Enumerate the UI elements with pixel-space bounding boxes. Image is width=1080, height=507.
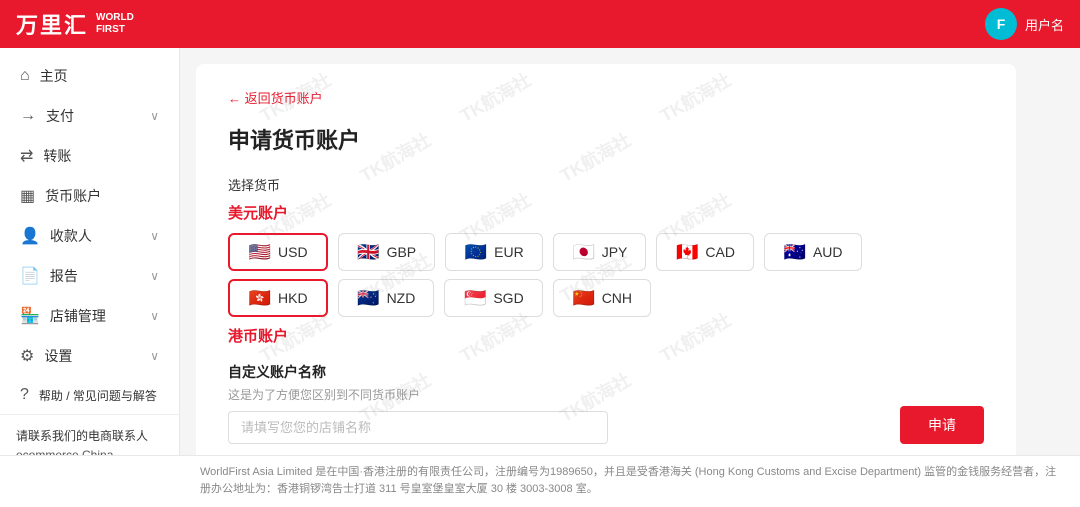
currency-code-cad: CAD	[705, 244, 735, 260]
select-currency-label: 选择货币	[228, 175, 984, 194]
custom-name-input[interactable]	[228, 411, 608, 444]
flag-gbp: 🇬🇧	[357, 243, 381, 261]
currency-icon: ▦	[20, 186, 35, 206]
main-content: TK航海社 TK航海社 TK航海社 TK航海社 TK航海社 TK航海社 TK航海…	[180, 48, 1080, 455]
currency-code-sgd: SGD	[493, 290, 523, 306]
sidebar-item-label: 主页	[40, 66, 68, 86]
section1-title: 美元账户	[228, 202, 984, 223]
store-icon: 🏪	[20, 306, 40, 326]
currency-code-nzd: NZD	[387, 290, 416, 306]
sidebar-item-transfer[interactable]: ⇄ 转账	[0, 136, 179, 176]
custom-name-hint: 这是为了方便您区别到不同货币账户	[228, 386, 984, 403]
logo: 万里汇 WORLD FIRST	[16, 8, 134, 40]
logo-en: WORLD FIRST	[96, 12, 134, 36]
contact-title: 请联系我们的电商联系人	[16, 427, 163, 444]
flag-cad: 🇨🇦	[675, 243, 699, 261]
currency-btn-nzd[interactable]: 🇳🇿 NZD	[338, 279, 435, 317]
sidebar-item-label: 收款人	[50, 226, 92, 246]
sidebar-item-help[interactable]: ? 帮助 / 常见问题与解答	[0, 376, 179, 414]
flag-eur: 🇪🇺	[464, 243, 488, 261]
header-right: F 用户名	[985, 8, 1064, 40]
footer: WorldFirst Asia Limited 是在中国·香港注册的有限责任公司…	[0, 455, 1080, 507]
currency-code-hkd: HKD	[278, 290, 308, 306]
currency-btn-usd[interactable]: 🇺🇸 USD	[228, 233, 328, 271]
report-icon: 📄	[20, 266, 40, 286]
sidebar-item-report[interactable]: 📄 报告 ∨	[0, 256, 179, 296]
sidebar-item-currency-account[interactable]: ▦ 货币账户	[0, 176, 179, 216]
currency-btn-eur[interactable]: 🇪🇺 EUR	[445, 233, 543, 271]
payment-icon: →	[20, 107, 36, 125]
sidebar-item-payment[interactable]: → 支付 ∨	[0, 96, 179, 136]
header: 万里汇 WORLD FIRST F 用户名	[0, 0, 1080, 48]
footer-text: WorldFirst Asia Limited 是在中国·香港注册的有限责任公司…	[200, 466, 1056, 496]
back-link[interactable]: ← 返回货币账户	[228, 88, 984, 107]
currency-btn-sgd[interactable]: 🇸🇬 SGD	[444, 279, 542, 317]
settings-icon: ⚙	[20, 346, 34, 366]
currency-btn-cad[interactable]: 🇨🇦 CAD	[656, 233, 754, 271]
currency-code-eur: EUR	[494, 244, 524, 260]
sidebar-item-label: 转账	[43, 146, 71, 166]
flag-usd: 🇺🇸	[248, 243, 272, 261]
sidebar-item-label: 报告	[50, 266, 78, 286]
sidebar-item-label: 支付	[46, 106, 74, 126]
contact-name: ecommerce China	[16, 448, 163, 455]
sidebar-item-label: 设置	[44, 346, 72, 366]
section2-title: 港币账户	[228, 325, 984, 346]
sidebar-item-home[interactable]: ⌂ 主页	[0, 56, 179, 96]
sidebar-item-label: 帮助 / 常见问题与解答	[39, 387, 157, 404]
payee-icon: 👤	[20, 226, 40, 246]
currency-grid-row1: 🇺🇸 USD 🇬🇧 GBP 🇪🇺 EUR 🇯🇵 JPY 🇨🇦	[228, 233, 984, 271]
currency-code-aud: AUD	[813, 244, 843, 260]
flag-hkd: 🇭🇰	[248, 289, 272, 307]
sidebar-item-label: 店铺管理	[50, 306, 106, 326]
submit-button[interactable]: 申请	[900, 406, 984, 444]
chevron-down-icon: ∨	[150, 269, 159, 283]
currency-btn-cnh[interactable]: 🇨🇳 CNH	[553, 279, 651, 317]
help-icon: ?	[20, 386, 29, 404]
custom-name-label: 自定义账户名称	[228, 362, 984, 382]
sidebar-item-label: 货币账户	[45, 186, 101, 206]
transfer-icon: ⇄	[20, 146, 33, 166]
currency-btn-gbp[interactable]: 🇬🇧 GBP	[338, 233, 436, 271]
chevron-down-icon: ∨	[150, 309, 159, 323]
currency-btn-aud[interactable]: 🇦🇺 AUD	[764, 233, 862, 271]
flag-aud: 🇦🇺	[783, 243, 807, 261]
flag-nzd: 🇳🇿	[357, 289, 381, 307]
flag-sgd: 🇸🇬	[463, 289, 487, 307]
currency-code-jpy: JPY	[602, 244, 628, 260]
custom-name-section: 自定义账户名称 这是为了方便您区别到不同货币账户	[228, 362, 984, 444]
logo-cn: 万里汇	[16, 8, 88, 40]
flag-jpy: 🇯🇵	[572, 243, 596, 261]
layout: ⌂ 主页 → 支付 ∨ ⇄ 转账 ▦ 货币账户 👤 收款人 ∨ 📄 报告 ∨ 🏪	[0, 48, 1080, 455]
currency-grid-row2: 🇭🇰 HKD 🇳🇿 NZD 🇸🇬 SGD 🇨🇳 CNH	[228, 279, 984, 317]
sidebar-item-store[interactable]: 🏪 店铺管理 ∨	[0, 296, 179, 336]
currency-btn-hkd[interactable]: 🇭🇰 HKD	[228, 279, 328, 317]
avatar[interactable]: F	[985, 8, 1017, 40]
chevron-down-icon: ∨	[150, 109, 159, 123]
sidebar-item-settings[interactable]: ⚙ 设置 ∨	[0, 336, 179, 376]
chevron-down-icon: ∨	[150, 229, 159, 243]
currency-code-usd: USD	[278, 244, 308, 260]
sidebar-contact: 请联系我们的电商联系人 ecommerce China 📞 400 976 66…	[0, 414, 179, 455]
page-title: 申请货币账户	[228, 123, 984, 155]
home-icon: ⌂	[20, 67, 30, 85]
currency-btn-jpy[interactable]: 🇯🇵 JPY	[553, 233, 647, 271]
username: 用户名	[1025, 15, 1064, 34]
chevron-down-icon: ∨	[150, 349, 159, 363]
content-card: TK航海社 TK航海社 TK航海社 TK航海社 TK航海社 TK航海社 TK航海…	[196, 64, 1016, 455]
currency-code-cnh: CNH	[602, 290, 632, 306]
flag-cnh: 🇨🇳	[572, 289, 596, 307]
sidebar: ⌂ 主页 → 支付 ∨ ⇄ 转账 ▦ 货币账户 👤 收款人 ∨ 📄 报告 ∨ 🏪	[0, 48, 180, 455]
currency-code-gbp: GBP	[387, 244, 417, 260]
sidebar-item-payee[interactable]: 👤 收款人 ∨	[0, 216, 179, 256]
